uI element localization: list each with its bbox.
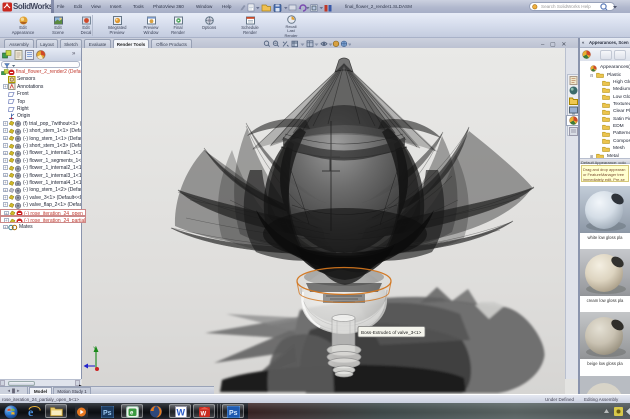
svg-text:Y: Y (93, 345, 96, 350)
svg-text:W: W (201, 412, 207, 418)
svg-text:Ps: Ps (103, 410, 112, 417)
svg-text:Boss-Extrude1 of valve_3<1>: Boss-Extrude1 of valve_3<1> (361, 330, 422, 335)
svg-text:W: W (177, 407, 186, 417)
svg-text:Ps: Ps (229, 410, 238, 417)
